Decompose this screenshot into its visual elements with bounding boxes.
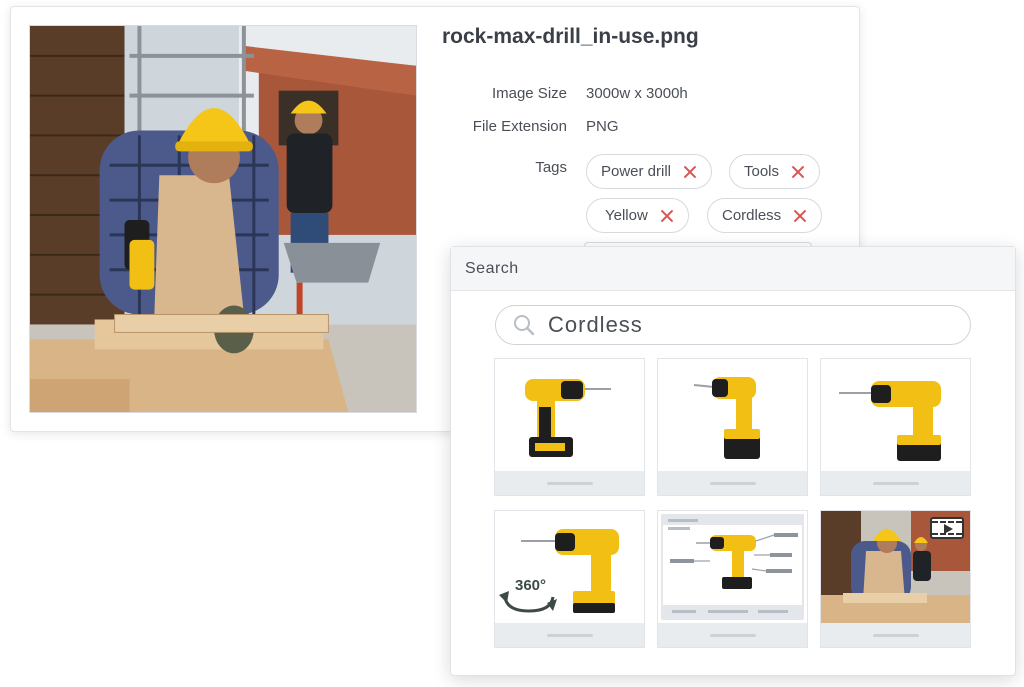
tag-chip-power-drill: Power drill — [586, 154, 713, 189]
tag-chip-tools: Tools — [729, 154, 821, 189]
tag-chip-label: Tools — [744, 163, 780, 180]
file-extension-label: File Extension — [472, 118, 567, 135]
video-thumbnail — [821, 511, 970, 623]
tags-label: Tags — [535, 159, 567, 176]
remove-tag-icon[interactable] — [660, 209, 674, 223]
tag-chip-yellow: Yellow — [586, 198, 689, 233]
search-result-item[interactable] — [820, 358, 971, 496]
drill-product-thumbnail — [495, 359, 644, 471]
result-caption — [658, 471, 807, 495]
search-input[interactable] — [548, 312, 948, 338]
image-size-label: Image Size — [491, 85, 567, 102]
search-result-item[interactable] — [657, 510, 808, 648]
remove-tag-icon[interactable] — [791, 165, 805, 179]
search-panel-header: Search — [451, 247, 1015, 291]
search-field[interactable] — [495, 305, 971, 345]
drill-product-thumbnail — [658, 359, 807, 471]
tag-chip-label: Yellow — [605, 207, 648, 224]
result-caption — [495, 471, 644, 495]
remove-tag-icon[interactable] — [683, 165, 697, 179]
drill-diagram-thumbnail — [658, 511, 807, 623]
file-extension-value: PNG — [586, 118, 619, 135]
result-caption — [821, 623, 970, 647]
search-result-item[interactable] — [494, 358, 645, 496]
tag-chip-label: Cordless — [722, 207, 782, 224]
video-play-icon — [930, 517, 964, 539]
tag-chip-cordless: Cordless — [707, 198, 823, 233]
search-panel: Search Cordless 360° — [450, 246, 1016, 676]
result-caption — [495, 623, 644, 647]
result-caption — [658, 623, 807, 647]
search-result-item[interactable]: 360° — [494, 510, 645, 648]
tag-chip-label: Power drill — [601, 163, 672, 180]
result-caption — [821, 471, 970, 495]
remove-tag-icon[interactable] — [793, 209, 807, 223]
search-result-item[interactable] — [820, 510, 971, 648]
search-result-item[interactable] — [657, 358, 808, 496]
file-name-title: rock-max-drill_in-use.png — [442, 25, 699, 48]
image-size-value: 3000w x 3000h — [586, 85, 688, 102]
search-icon — [514, 315, 535, 336]
asset-preview-image[interactable] — [29, 25, 417, 413]
360-badge: 360° — [515, 577, 547, 594]
drill-360-thumbnail: 360° — [495, 511, 644, 623]
drill-product-thumbnail — [821, 359, 970, 471]
